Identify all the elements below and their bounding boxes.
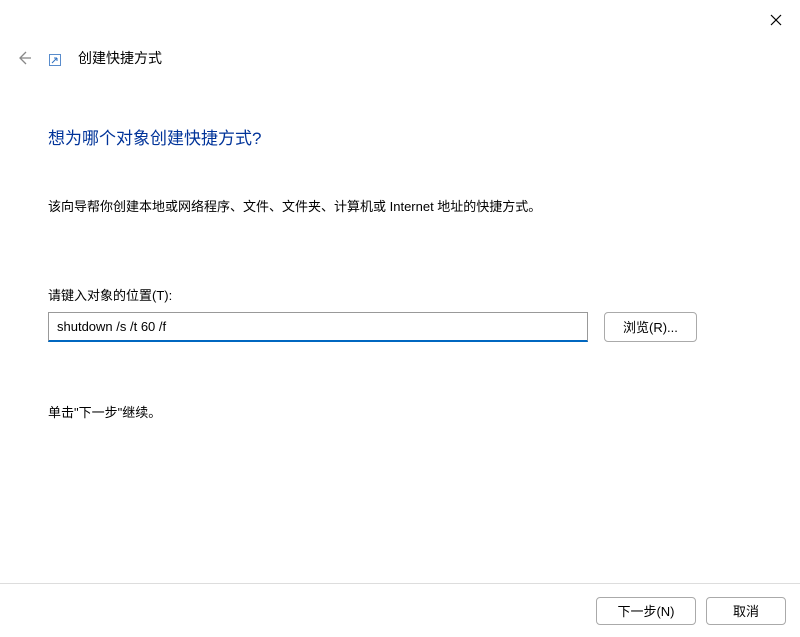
close-button[interactable] [764,8,788,32]
back-button[interactable] [14,48,34,68]
main-heading: 想为哪个对象创建快捷方式? [48,124,760,149]
header-row: 创建快捷方式 [0,48,800,68]
titlebar [0,0,800,36]
footer: 下一步(N) 取消 [0,583,800,637]
input-row: 浏览(R)... [48,312,760,342]
cancel-button[interactable]: 取消 [706,597,786,625]
description-text: 该向导帮你创建本地或网络程序、文件、文件夹、计算机或 Internet 地址的快… [48,197,760,217]
close-icon [770,14,782,26]
shortcut-icon [48,53,62,67]
back-arrow-icon [16,50,32,66]
wizard-title: 创建快捷方式 [78,48,162,68]
continue-hint: 单击"下一步"继续。 [48,402,760,421]
location-label: 请键入对象的位置(T): [48,285,760,304]
next-button[interactable]: 下一步(N) [596,597,696,625]
content-area: 想为哪个对象创建快捷方式? 该向导帮你创建本地或网络程序、文件、文件夹、计算机或… [0,124,800,421]
browse-button[interactable]: 浏览(R)... [604,312,697,342]
location-input[interactable] [48,312,588,342]
